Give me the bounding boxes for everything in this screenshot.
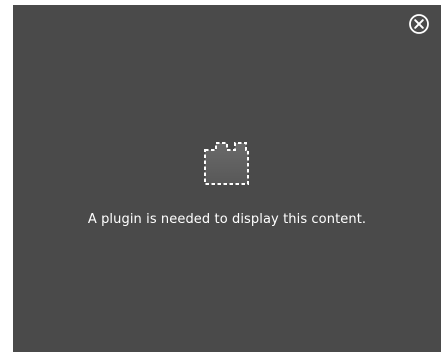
puzzle-piece-icon [196, 138, 256, 190]
plugin-needed-message: A plugin is needed to display this conte… [87, 212, 367, 227]
close-icon[interactable] [408, 13, 430, 35]
plugin-placeholder-panel: A plugin is needed to display this conte… [13, 5, 441, 352]
